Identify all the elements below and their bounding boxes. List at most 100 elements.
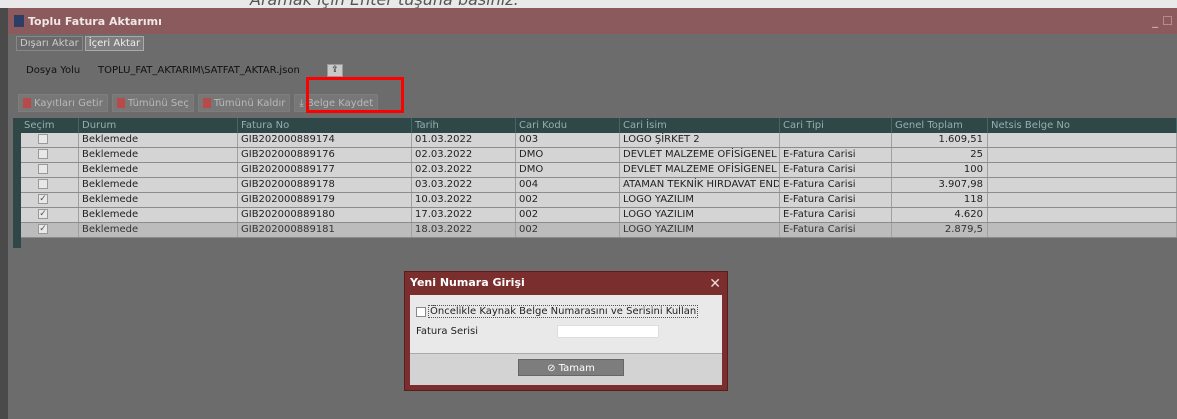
cell-account-code: 002 — [516, 193, 620, 207]
header-date[interactable]: Tarih — [412, 118, 516, 133]
cell-status: Beklemede — [79, 133, 238, 147]
cell-status: Beklemede — [79, 208, 238, 222]
invoice-series-input[interactable] — [557, 325, 659, 338]
header-status[interactable]: Durum — [79, 118, 238, 133]
cell-date: 17.03.2022 — [412, 208, 516, 222]
header-invoice-no[interactable]: Fatura No — [238, 118, 412, 133]
header-selection[interactable]: Seçim — [21, 118, 79, 133]
grid-header: Seçim Durum Fatura No Tarih Cari Kodu Ca… — [21, 118, 1177, 133]
cell-selection — [21, 163, 79, 177]
cell-account-type: E-Fatura Carisi — [780, 163, 892, 177]
ok-button[interactable]: ⊘ Tamam — [518, 359, 624, 376]
get-records-label: Kayıtları Getir — [34, 97, 103, 109]
cell-account-code: DMO — [516, 148, 620, 162]
tab-import[interactable]: İçeri Aktar — [84, 36, 145, 51]
cell-account-code: 004 — [516, 178, 620, 192]
cell-selection — [21, 133, 79, 147]
browse-file-button[interactable]: ⇪ — [327, 64, 343, 77]
dialog-title: Yeni Numara Girişi — [410, 276, 525, 289]
records-icon — [23, 98, 31, 108]
window-title: Toplu Fatura Aktarımı — [28, 14, 162, 28]
header-account-code[interactable]: Cari Kodu — [516, 118, 620, 133]
cell-status: Beklemede — [79, 178, 238, 192]
cell-account-type — [780, 133, 892, 147]
cell-invoice-no: GIB202000889179 — [238, 193, 412, 207]
row-checkbox[interactable] — [38, 149, 48, 159]
cell-account-name: LOGO ŞİRKET 2 — [620, 133, 780, 147]
clear-all-button[interactable]: Tümünü Kaldır — [197, 94, 291, 112]
row-checkbox[interactable] — [38, 134, 48, 144]
cell-date: 02.03.2022 — [412, 163, 516, 177]
close-icon[interactable]: ✕ — [709, 273, 721, 295]
table-row[interactable]: ✓ Beklemede GIB202000889181 18.03.2022 002 LO… — [21, 223, 1177, 238]
cell-date: 10.03.2022 — [412, 193, 516, 207]
cell-selection: ✓ — [21, 208, 79, 222]
row-checkbox[interactable]: ✓ — [38, 194, 48, 204]
cell-selection: ✓ — [21, 223, 79, 237]
cell-total: 25 — [892, 148, 988, 162]
header-account-name[interactable]: Cari İsim — [620, 118, 780, 133]
table-row[interactable]: Beklemede GIB202000889177 02.03.2022 DMO DEV… — [21, 163, 1177, 178]
row-checkbox[interactable]: ✓ — [38, 209, 48, 219]
use-source-number-option[interactable]: Öncelikle Kaynak Belge Numarasını ve Ser… — [416, 305, 699, 318]
table-row[interactable]: Beklemede GIB202000889174 01.03.2022 003 LOG… — [21, 133, 1177, 148]
use-source-number-checkbox[interactable] — [416, 306, 426, 317]
cell-date: 02.03.2022 — [412, 148, 516, 162]
cell-account-name: DEVLET MALZEME OFİSİGENEL M — [620, 163, 780, 177]
select-all-button[interactable]: Tümünü Seç — [111, 94, 194, 112]
grid-body: Beklemede GIB202000889174 01.03.2022 003 LOG… — [21, 133, 1177, 238]
cell-invoice-no: GIB202000889181 — [238, 223, 412, 237]
cell-invoice-no: GIB202000889176 — [238, 148, 412, 162]
window-controls[interactable]: _ ☐ — [1152, 14, 1173, 28]
cell-invoice-no: GIB202000889177 — [238, 163, 412, 177]
cell-total: 3.907,98 — [892, 178, 988, 192]
select-all-label: Tümünü Seç — [127, 97, 189, 109]
cell-account-code: 002 — [516, 223, 620, 237]
download-icon: ⤓ — [299, 97, 304, 109]
table-row[interactable]: Beklemede GIB202000889178 03.03.2022 004 ATA… — [21, 178, 1177, 193]
cell-invoice-no: GIB202000889180 — [238, 208, 412, 222]
invoice-grid: Seçim Durum Fatura No Tarih Cari Kodu Ca… — [21, 118, 1177, 238]
cell-total: 100 — [892, 163, 988, 177]
cell-selection — [21, 178, 79, 192]
cell-account-name: LOGO YAZILIM — [620, 223, 780, 237]
tab-export[interactable]: Dışarı Aktar — [16, 36, 83, 51]
row-checkbox[interactable]: ✓ — [38, 224, 48, 234]
tab-bar: Dışarı Aktar İçeri Aktar — [8, 34, 1177, 51]
title-bar: Toplu Fatura Aktarımı _ ☐ — [8, 8, 1177, 34]
clear-all-icon — [202, 98, 211, 108]
cell-account-type: E-Fatura Carisi — [780, 148, 892, 162]
get-records-button[interactable]: Kayıtları Getir — [18, 94, 108, 112]
new-number-dialog: Yeni Numara Girişi ✕ Öncelikle Kaynak Be… — [404, 271, 728, 391]
cell-netsis-no — [988, 208, 1177, 222]
header-netsis-no[interactable]: Netsis Belge No — [988, 118, 1177, 133]
cell-account-name: LOGO YAZILIM — [620, 208, 780, 222]
cell-account-code: DMO — [516, 163, 620, 177]
cell-date: 18.03.2022 — [412, 223, 516, 237]
search-bar[interactable]: Aramak için Enter tuşuna basınız. — [0, 0, 1177, 8]
cell-account-type: E-Fatura Carisi — [780, 178, 892, 192]
cell-status: Beklemede — [79, 148, 238, 162]
cell-status: Beklemede — [79, 223, 238, 237]
cell-netsis-no — [988, 163, 1177, 177]
ok-button-label: Tamam — [558, 363, 595, 374]
cell-status: Beklemede — [79, 163, 238, 177]
window-content: Dışarı Aktar İçeri Aktar Dosya Yolu TOPL… — [8, 34, 1177, 419]
header-total[interactable]: Genel Toplam — [892, 118, 988, 133]
app-icon — [14, 15, 24, 27]
header-account-type[interactable]: Cari Tipi — [780, 118, 892, 133]
cell-account-name: LOGO YAZILIM — [620, 193, 780, 207]
table-row[interactable]: ✓ Beklemede GIB202000889180 17.03.2022 002 LO… — [21, 208, 1177, 223]
cell-account-code: 003 — [516, 133, 620, 147]
cell-date: 03.03.2022 — [412, 178, 516, 192]
table-row[interactable]: Beklemede GIB202000889176 02.03.2022 DMO DEV… — [21, 148, 1177, 163]
table-row[interactable]: ✓ Beklemede GIB202000889179 10.03.2022 002 LO… — [21, 193, 1177, 208]
row-checkbox[interactable] — [38, 179, 48, 189]
cell-netsis-no — [988, 148, 1177, 162]
cell-account-name: DEVLET MALZEME OFİSİGENEL M — [620, 148, 780, 162]
file-path-label: Dosya Yolu — [26, 65, 81, 76]
row-checkbox[interactable] — [38, 164, 48, 174]
cell-account-name: ATAMAN TEKNİK HIRDAVAT END — [620, 178, 780, 192]
cell-total: 2.879,5 — [892, 223, 988, 237]
file-path-value[interactable]: TOPLU_FAT_AKTARIM\SATFAT_AKTAR.json — [98, 65, 323, 76]
